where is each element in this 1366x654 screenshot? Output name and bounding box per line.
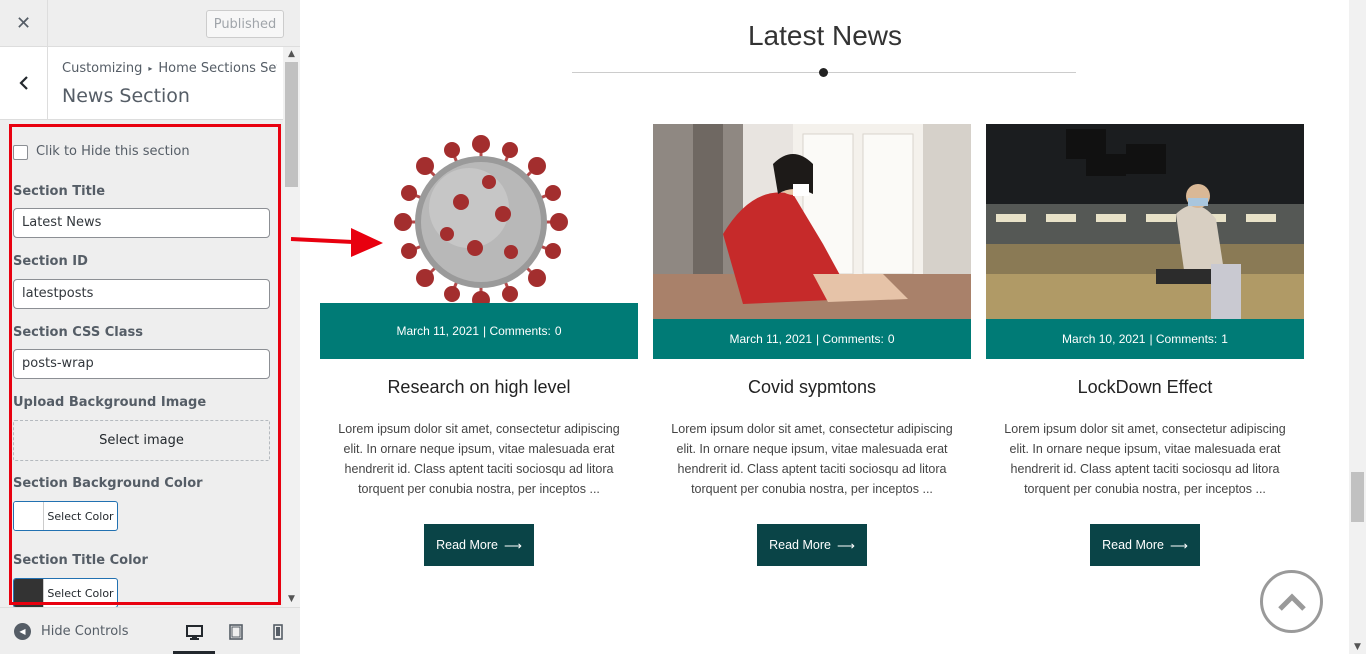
card-date: March 11, 2021: [729, 332, 813, 346]
arrow-right-icon: ⟶: [836, 538, 855, 553]
card-comments-label: | Comments:: [816, 332, 884, 346]
mobile-preview-button[interactable]: [269, 623, 287, 641]
card-image-woman[interactable]: [653, 124, 971, 319]
bg-color-swatch: [14, 502, 44, 530]
news-section-heading: Latest News: [747, 20, 903, 51]
collapse-icon: ◀: [14, 623, 31, 640]
preview-scroll-thumb[interactable]: [1351, 472, 1364, 522]
woman-sneezing-image: [653, 124, 971, 319]
scroll-thumb[interactable]: [285, 62, 298, 187]
sidebar-scrollbar[interactable]: ▲ ▼: [283, 47, 300, 607]
chevron-up-icon: [1277, 592, 1306, 611]
card-comments-label: | Comments:: [483, 324, 551, 338]
card-excerpt: Lorem ipsum dolor sit amet, consectetur …: [338, 422, 620, 496]
bg-color-button-label: Select Color: [47, 509, 114, 523]
card-date: March 10, 2021: [1062, 332, 1146, 346]
scroll-up-arrow[interactable]: ▲: [283, 47, 300, 62]
bg-image-label: Upload Background Image: [13, 395, 207, 410]
hide-controls-label: Hide Controls: [41, 624, 129, 639]
customizer-topbar: ✕ Published: [0, 0, 300, 47]
hide-section-label: Clik to Hide this section: [36, 144, 190, 159]
breadcrumb-parent: Home Sections Set...: [158, 61, 277, 76]
card-excerpt: Lorem ipsum dolor sit amet, consectetur …: [1004, 422, 1286, 496]
preview-scrollbar[interactable]: ▼: [1349, 0, 1366, 654]
select-image-button[interactable]: Select image: [13, 420, 270, 461]
card-meta: March 10, 2021 | Comments: 1: [986, 319, 1304, 359]
card-image-coronavirus[interactable]: [320, 124, 638, 319]
section-title-input[interactable]: Latest News: [13, 208, 270, 238]
section-controls: Clik to Hide this section Section Title …: [0, 121, 283, 607]
customizer-footer: ◀ Hide Controls: [0, 607, 300, 654]
breadcrumb-separator: ▸: [148, 64, 153, 73]
card-excerpt: Lorem ipsum dolor sit amet, consectetur …: [671, 422, 953, 496]
read-more-label: Read More: [1102, 538, 1164, 552]
card-comments-count[interactable]: 0: [888, 332, 895, 346]
read-more-button[interactable]: Read More ⟶: [757, 524, 867, 566]
section-header: Customizing ▸ Home Sections Set... News Se…: [0, 47, 283, 120]
close-icon: ✕: [15, 13, 32, 34]
hide-controls-button[interactable]: ◀ Hide Controls: [14, 623, 129, 640]
hide-section-checkbox[interactable]: [13, 145, 28, 160]
coronavirus-image: [320, 124, 638, 319]
read-more-button[interactable]: Read More ⟶: [424, 524, 534, 566]
site-preview: Latest News March 11, 2021 | Comments: 0…: [301, 0, 1349, 654]
read-more-label: Read More: [769, 538, 831, 552]
breadcrumb-root: Customizing: [62, 61, 143, 76]
section-title-label: Section Title: [13, 184, 106, 199]
card-date: March 11, 2021: [396, 324, 480, 338]
mobile-icon: [273, 624, 283, 640]
close-button[interactable]: ✕: [0, 0, 48, 47]
card-image-airport[interactable]: [986, 124, 1304, 319]
section-id-input[interactable]: latestposts: [13, 279, 270, 309]
breadcrumb: Customizing ▸ Home Sections Set...: [62, 61, 277, 76]
card-title[interactable]: Covid sypmtons: [653, 377, 971, 398]
card-title[interactable]: LockDown Effect: [986, 377, 1304, 398]
bg-color-label: Section Background Color: [13, 476, 203, 491]
bg-color-button[interactable]: Select Color: [13, 501, 118, 531]
scroll-down-arrow[interactable]: ▼: [283, 592, 300, 607]
section-css-input[interactable]: posts-wrap: [13, 349, 270, 379]
read-more-button[interactable]: Read More ⟶: [1090, 524, 1200, 566]
card-meta: March 11, 2021 | Comments: 0: [653, 319, 971, 359]
desktop-preview-button[interactable]: [185, 623, 203, 641]
section-id-label: Section ID: [13, 254, 88, 269]
customizer-sidebar: ✕ Published Customizing ▸ Home Sections Se…: [0, 0, 300, 654]
title-color-swatch: [14, 579, 44, 607]
title-color-button[interactable]: Select Color: [13, 578, 118, 607]
tablet-preview-button[interactable]: [227, 623, 245, 641]
card-meta: March 11, 2021 | Comments: 0: [320, 303, 638, 359]
card-comments-label: | Comments:: [1149, 332, 1218, 346]
card-comments-count[interactable]: 0: [555, 324, 562, 338]
card-comments-count[interactable]: 1: [1221, 332, 1228, 346]
heading-divider-dot: [819, 68, 828, 77]
chevron-left-icon: [18, 76, 28, 90]
airport-mask-image: [986, 124, 1304, 319]
section-css-label: Section CSS Class: [13, 325, 143, 340]
scroll-to-top-button[interactable]: [1260, 570, 1323, 633]
title-color-button-label: Select Color: [47, 586, 114, 600]
tablet-icon: [229, 624, 243, 640]
arrow-right-icon: ⟶: [503, 538, 522, 553]
arrow-right-icon: ⟶: [1169, 538, 1188, 553]
title-color-label: Section Title Color: [13, 553, 148, 568]
desktop-icon: [185, 624, 203, 640]
card-title[interactable]: Research on high level: [320, 377, 638, 398]
preview-scroll-down-arrow[interactable]: ▼: [1349, 642, 1366, 652]
back-button[interactable]: [0, 47, 48, 119]
read-more-label: Read More: [436, 538, 498, 552]
published-button[interactable]: Published: [206, 10, 284, 38]
panel-title: News Section: [62, 85, 190, 107]
